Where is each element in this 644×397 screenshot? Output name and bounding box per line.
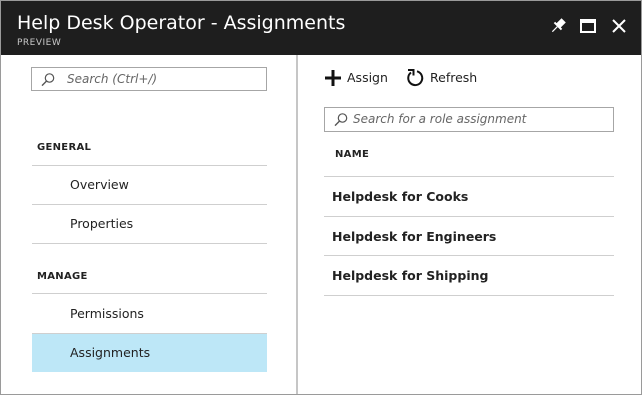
role-search-placeholder: Search for a role assignment [353, 112, 527, 126]
sidebar-item-overview[interactable]: Overview [32, 166, 267, 204]
section-label-general: GENERAL [37, 142, 92, 153]
refresh-button[interactable]: Refresh [405, 67, 481, 89]
section-label-manage: MANAGE [37, 271, 88, 282]
sidebar-item-assignments[interactable]: Assignments [32, 334, 267, 372]
column-header-name[interactable]: NAME [335, 149, 369, 160]
maximize-icon[interactable] [577, 15, 599, 37]
assign-label: Assign [347, 70, 388, 85]
refresh-label: Refresh [430, 70, 478, 85]
sidebar-item-label: Overview [70, 177, 129, 192]
menu-search-placeholder: Search (Ctrl+/) [67, 72, 158, 86]
row-name: Helpdesk for Engineers [332, 229, 497, 244]
row-name: Helpdesk for Cooks [332, 189, 469, 204]
sidebar-item-label: Properties [70, 216, 134, 231]
blade-subtitle: PREVIEW [17, 38, 62, 48]
refresh-icon [405, 68, 425, 92]
row-name: Helpdesk for Shipping [332, 268, 489, 283]
row-divider [324, 295, 614, 296]
search-icon [40, 72, 56, 92]
sidebar-item-permissions[interactable]: Permissions [32, 295, 267, 333]
table-row[interactable]: Helpdesk for Shipping [324, 256, 614, 295]
pin-icon[interactable] [547, 15, 569, 37]
plus-icon [324, 69, 342, 91]
blade-window: Help Desk Operator - Assignments PREVIEW [0, 0, 642, 395]
divider-line [32, 243, 267, 244]
blade-header: Help Desk Operator - Assignments PREVIEW [1, 1, 641, 55]
divider-line [32, 293, 267, 294]
sidebar-item-properties[interactable]: Properties [32, 205, 267, 243]
table-row[interactable]: Helpdesk for Cooks [324, 177, 614, 216]
assign-button[interactable]: Assign [323, 67, 388, 91]
sidebar-item-label: Assignments [70, 345, 151, 360]
sidebar-item-label: Permissions [70, 306, 144, 321]
blade-title: Help Desk Operator - Assignments [17, 12, 346, 34]
pane-divider[interactable] [296, 55, 298, 394]
close-icon[interactable] [608, 15, 630, 37]
menu-search-input[interactable]: Search (Ctrl+/) [31, 67, 267, 91]
search-icon [333, 112, 349, 132]
role-assignment-search-input[interactable]: Search for a role assignment [324, 107, 614, 132]
table-row[interactable]: Helpdesk for Engineers [324, 217, 614, 256]
